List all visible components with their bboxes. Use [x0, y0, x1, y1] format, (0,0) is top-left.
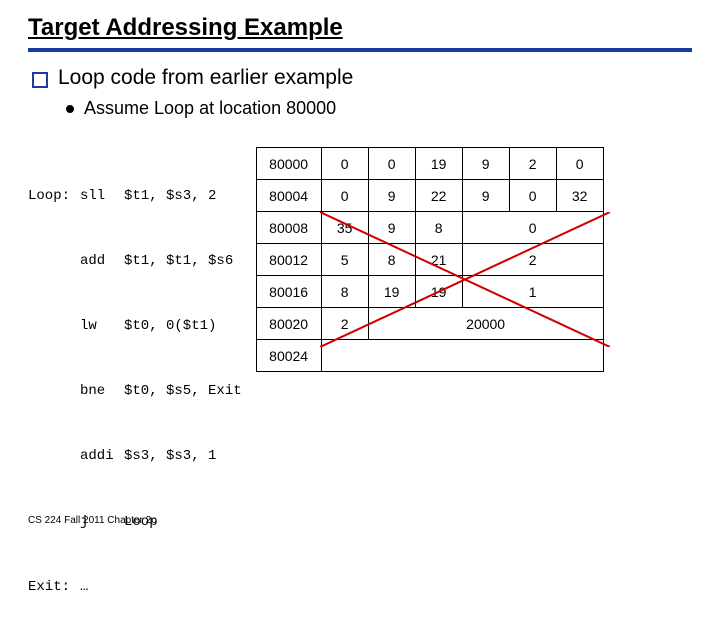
table-row: 80004 0 9 22 9 0 32 [256, 180, 603, 212]
square-bullet-icon [32, 72, 48, 88]
slide-title: Target Addressing Example [28, 14, 692, 42]
dot-bullet-icon [66, 105, 74, 113]
bullet-level-2: Assume Loop at location 80000 [66, 98, 692, 119]
table-row: 80024 [256, 340, 603, 372]
table-row: 80016 8 19 19 1 [256, 276, 603, 308]
table-row: 80008 35 9 8 0 [256, 212, 603, 244]
table-row: 80000 0 0 19 9 2 0 [256, 148, 603, 180]
title-rule [28, 48, 692, 52]
slide-footer: CS 224 Fall 2011 Chapter 2c [28, 515, 156, 526]
encoding-table: 80000 0 0 19 9 2 0 80004 0 9 22 9 0 32 [256, 147, 604, 372]
assembly-code: Loop:sll$t1, $s3, 2 add$t1, $t1, $s6 lw$… [28, 147, 242, 636]
encoding-table-wrap: 80000 0 0 19 9 2 0 80004 0 9 22 9 0 32 [256, 147, 604, 372]
bullet-level-1: Loop code from earlier example [28, 66, 692, 90]
bullet1-text: Loop code from earlier example [58, 66, 353, 90]
table-row: 80020 2 20000 [256, 308, 603, 340]
table-row: 80012 5 8 21 2 [256, 244, 603, 276]
bullet2-text: Assume Loop at location 80000 [84, 98, 336, 119]
